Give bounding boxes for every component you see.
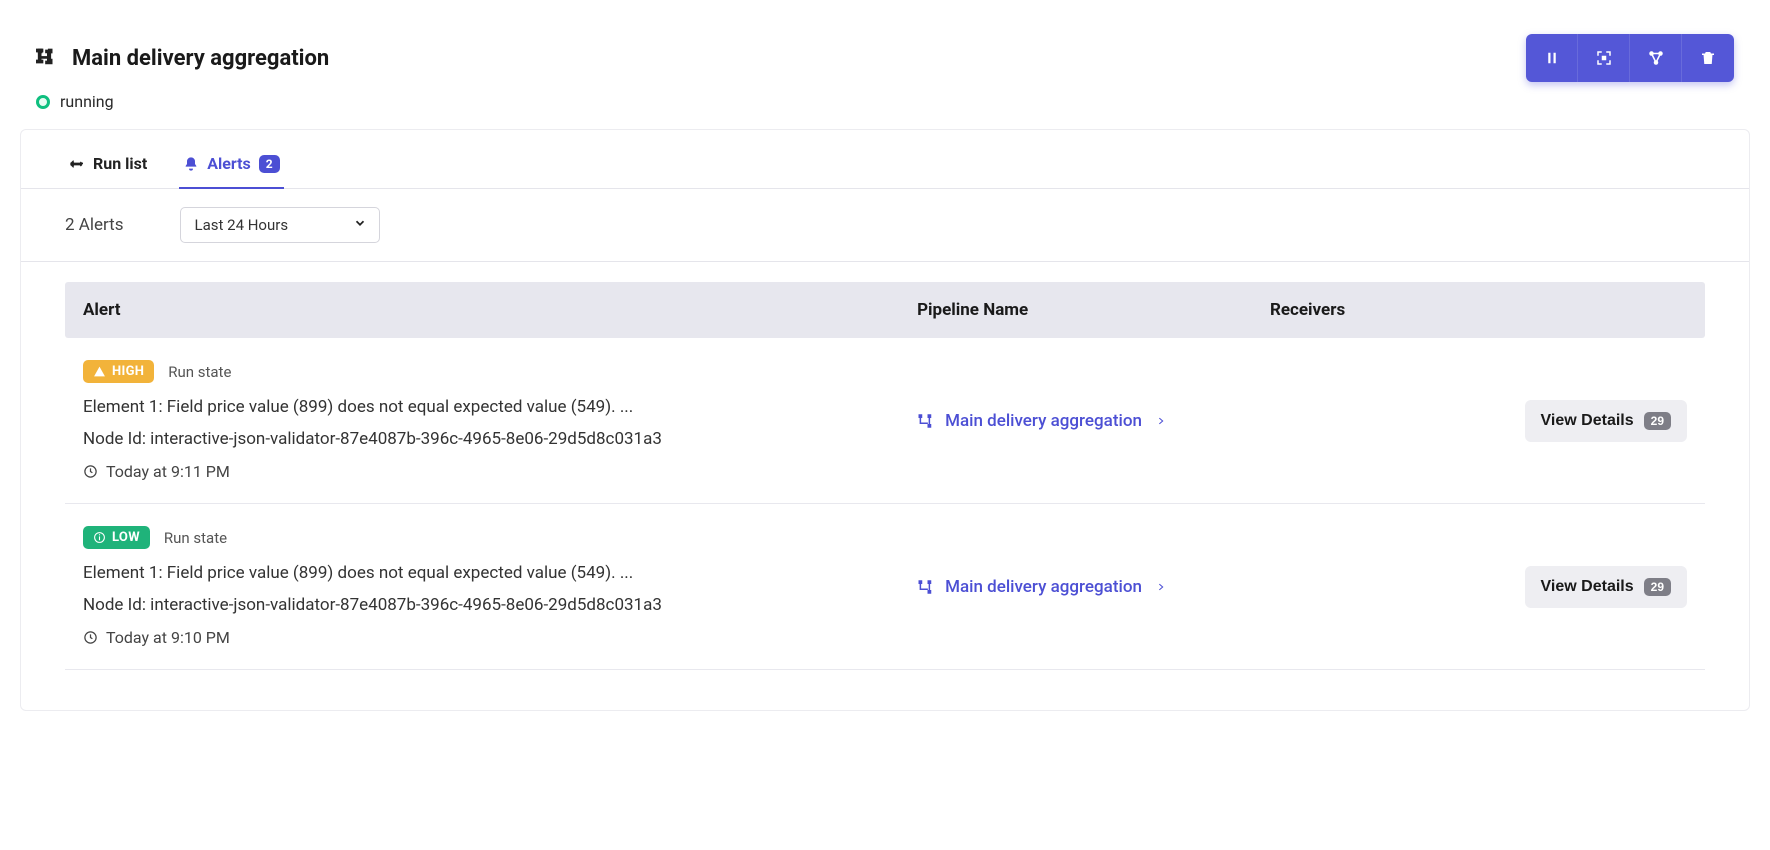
chevron-down-icon — [353, 216, 367, 234]
info-icon — [93, 531, 106, 544]
chevron-right-icon — [1156, 582, 1166, 592]
alert-node-id: Node Id: interactive-json-validator-87e4… — [83, 593, 893, 619]
pipeline-icon — [917, 578, 935, 596]
view-details-button[interactable]: View Details 29 — [1525, 566, 1687, 608]
table-row: LOW Run state Element 1: Field price val… — [65, 504, 1705, 670]
tab-label: Run list — [93, 154, 147, 173]
focus-icon — [1595, 49, 1613, 67]
header-action-bar — [1526, 34, 1734, 82]
pipeline-link[interactable]: Main delivery aggregation — [917, 411, 1270, 431]
tab-alerts[interactable]: Alerts 2 — [179, 130, 283, 189]
alerts-count-text: 2 Alerts — [65, 215, 124, 235]
pause-button[interactable] — [1526, 34, 1578, 82]
clock-icon — [83, 630, 98, 645]
pipeline-link[interactable]: Main delivery aggregation — [917, 577, 1270, 597]
trash-icon — [1699, 49, 1717, 67]
status-indicator-icon — [36, 95, 50, 109]
chevron-right-icon — [1156, 416, 1166, 426]
severity-badge: LOW — [83, 526, 150, 549]
page-title: Main delivery aggregation — [72, 46, 329, 71]
table-row: HIGH Run state Element 1: Field price va… — [65, 338, 1705, 504]
alert-timestamp: Today at 9:10 PM — [83, 628, 893, 647]
alert-type: Run state — [168, 363, 231, 381]
graph-button[interactable] — [1630, 34, 1682, 82]
pipeline-icon — [917, 412, 935, 430]
time-range-select[interactable]: Last 24 Hours — [180, 207, 380, 243]
tab-run-list[interactable]: Run list — [65, 130, 151, 189]
delete-button[interactable] — [1682, 34, 1734, 82]
severity-badge: HIGH — [83, 360, 154, 383]
col-header-pipeline: Pipeline Name — [917, 300, 1270, 320]
tabs: Run list Alerts 2 — [21, 130, 1749, 189]
alert-timestamp: Today at 9:11 PM — [83, 462, 893, 481]
pipeline-icon — [36, 45, 58, 71]
graph-icon — [1647, 49, 1665, 67]
bell-icon — [183, 156, 199, 172]
focus-button[interactable] — [1578, 34, 1630, 82]
alerts-count-badge: 2 — [259, 155, 280, 173]
alert-message: Element 1: Field price value (899) does … — [83, 561, 893, 587]
view-count-badge: 29 — [1644, 578, 1671, 596]
time-range-value: Last 24 Hours — [195, 216, 289, 234]
filter-row: 2 Alerts Last 24 Hours — [21, 189, 1749, 262]
run-list-icon — [69, 156, 85, 172]
warning-icon — [93, 365, 106, 378]
page-header: Main delivery aggregation — [20, 20, 1750, 86]
alert-type: Run state — [164, 529, 227, 547]
view-count-badge: 29 — [1644, 412, 1671, 430]
tab-label: Alerts — [207, 154, 251, 173]
status-row: running — [20, 86, 1750, 129]
alerts-table: Alert Pipeline Name Receivers HIGH Run s… — [21, 262, 1749, 710]
alert-node-id: Node Id: interactive-json-validator-87e4… — [83, 427, 893, 453]
clock-icon — [83, 464, 98, 479]
alert-message: Element 1: Field price value (899) does … — [83, 395, 893, 421]
table-header: Alert Pipeline Name Receivers — [65, 282, 1705, 338]
col-header-alert: Alert — [83, 300, 917, 320]
status-label: running — [60, 92, 114, 111]
view-details-button[interactable]: View Details 29 — [1525, 400, 1687, 442]
content-card: Run list Alerts 2 2 Alerts Last 24 Hours… — [20, 129, 1750, 711]
pause-icon — [1543, 49, 1561, 67]
col-header-receivers: Receivers — [1270, 300, 1462, 320]
